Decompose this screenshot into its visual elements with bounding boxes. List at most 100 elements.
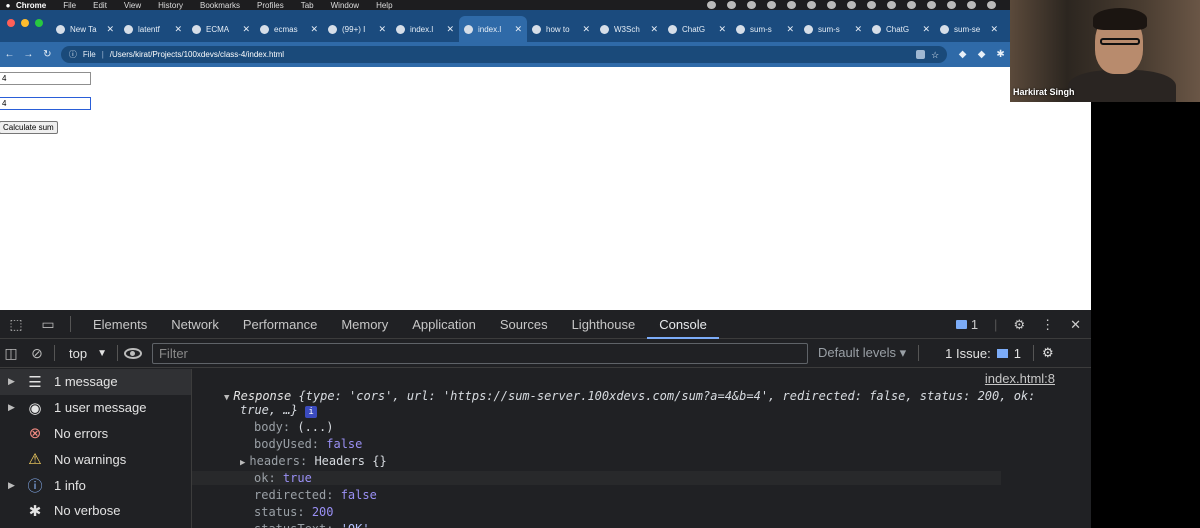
tab-application[interactable]: Application [400, 310, 488, 339]
address-bar[interactable]: ⓘ File | /Users/kirat/Projects/100xdevs/… [60, 46, 948, 63]
status-icon[interactable] [827, 1, 836, 9]
browser-tab[interactable]: ChatG ✕ [663, 16, 731, 42]
log-levels-dropdown[interactable]: Default levels ▾ [818, 345, 906, 361]
status-icon[interactable] [707, 1, 716, 9]
number-a-input[interactable] [0, 72, 91, 85]
menu-help[interactable]: Help [376, 1, 392, 10]
menu-window[interactable]: Window [331, 1, 359, 10]
clear-console-icon[interactable]: ⊘ [22, 345, 52, 362]
browser-tab[interactable]: (99+) I ✕ [323, 16, 391, 42]
status-icon[interactable] [847, 1, 856, 9]
close-tab-icon[interactable]: ✕ [310, 24, 318, 35]
minimize-window-button[interactable] [21, 19, 29, 27]
forward-icon[interactable]: → [19, 49, 38, 60]
tab-network[interactable]: Network [159, 310, 231, 339]
menu-tab[interactable]: Tab [301, 1, 314, 10]
close-tab-icon[interactable]: ✕ [174, 24, 182, 35]
console-filter-input[interactable] [151, 342, 808, 364]
status-icon[interactable] [867, 1, 876, 9]
close-tab-icon[interactable]: ✕ [106, 24, 114, 35]
status-icon[interactable] [927, 1, 936, 9]
bookmark-star-icon[interactable]: ☆ [931, 50, 939, 60]
sidebar-item-messages[interactable]: ▶ ☰ 1 message [0, 369, 191, 395]
context-selector[interactable]: top ▼ [57, 346, 117, 361]
status-icon[interactable] [947, 1, 956, 9]
browser-tab[interactable]: ChatG ✕ [867, 16, 935, 42]
number-b-input[interactable] [0, 97, 91, 110]
browser-tab[interactable]: sum-se ✕ [935, 16, 1003, 42]
expand-arrow-icon[interactable]: ▶ [8, 480, 24, 491]
menu-edit[interactable]: Edit [93, 1, 107, 10]
close-tab-icon[interactable]: ✕ [854, 24, 862, 35]
status-icon[interactable] [727, 1, 736, 9]
browser-tab[interactable]: how to ✕ [527, 16, 595, 42]
property-row[interactable]: body: (...) [254, 420, 333, 434]
close-window-button[interactable] [7, 19, 15, 27]
sidebar-item-info[interactable]: ▶ ⓘ 1 info [0, 472, 191, 498]
browser-tab[interactable]: ecmas ✕ [255, 16, 323, 42]
close-tab-icon[interactable]: ✕ [922, 24, 930, 35]
extension-icon[interactable]: ✱ [991, 49, 1010, 60]
browser-tab[interactable]: sum-s ✕ [731, 16, 799, 42]
sidebar-item-verbose[interactable]: ✱ No verbose [0, 498, 191, 524]
info-icon[interactable]: i [305, 406, 318, 418]
extension-icon[interactable]: ◆ [953, 49, 972, 60]
close-devtools-icon[interactable]: ✕ [1070, 317, 1081, 333]
browser-tab[interactable]: index.l ✕ [459, 16, 527, 42]
menu-app-chrome[interactable]: Chrome [16, 1, 46, 10]
share-icon[interactable] [916, 50, 926, 59]
console-settings-gear-icon[interactable]: ⚙ [1042, 345, 1054, 361]
browser-tab[interactable]: latentf ✕ [119, 16, 187, 42]
browser-tab[interactable]: New Ta ✕ [51, 16, 119, 42]
close-tab-icon[interactable]: ✕ [582, 24, 590, 35]
browser-tab[interactable]: ECMA ✕ [187, 16, 255, 42]
menu-view[interactable]: View [124, 1, 141, 10]
menu-file[interactable]: File [63, 1, 76, 10]
device-toolbar-icon[interactable]: ▭ [32, 316, 64, 333]
close-tab-icon[interactable]: ✕ [718, 24, 726, 35]
tab-console[interactable]: Console [647, 310, 719, 339]
close-tab-icon[interactable]: ✕ [378, 24, 386, 35]
close-tab-icon[interactable]: ✕ [446, 24, 454, 35]
apple-icon[interactable]: ● [0, 1, 16, 10]
browser-tab[interactable]: sum-s ✕ [799, 16, 867, 42]
inspect-element-icon[interactable]: ⬚ [0, 316, 32, 333]
close-tab-icon[interactable]: ✕ [650, 24, 658, 35]
tab-sources[interactable]: Sources [488, 310, 560, 339]
sidebar-item-errors[interactable]: ⊗ No errors [0, 421, 191, 447]
property-row[interactable]: status: 200 [254, 505, 334, 519]
close-tab-icon[interactable]: ✕ [514, 24, 522, 35]
url-text[interactable]: /Users/kirat/Projects/100xdevs/class-4/i… [110, 50, 910, 59]
response-log-line[interactable]: ▼ Response {type: 'cors', url: 'https://s… [224, 389, 1035, 403]
property-row[interactable]: ok: true [192, 471, 1001, 485]
browser-tab[interactable]: W3Sch ✕ [595, 16, 663, 42]
status-icon[interactable] [787, 1, 796, 9]
expand-arrow-icon[interactable]: ▶ [240, 458, 245, 468]
menu-history[interactable]: History [158, 1, 183, 10]
sidebar-toggle-icon[interactable]: ◫ [0, 345, 22, 362]
tab-elements[interactable]: Elements [81, 310, 159, 339]
live-expression-eye-icon[interactable] [123, 347, 142, 359]
property-row[interactable]: bodyUsed: false [254, 437, 362, 451]
close-tab-icon[interactable]: ✕ [242, 24, 250, 35]
tab-lighthouse[interactable]: Lighthouse [560, 310, 648, 339]
calculate-sum-button[interactable]: Calculate sum [0, 121, 58, 134]
close-tab-icon[interactable]: ✕ [990, 24, 998, 35]
menu-bookmarks[interactable]: Bookmarks [200, 1, 240, 10]
expand-arrow-icon[interactable]: ▶ [8, 402, 24, 413]
reload-icon[interactable]: ↻ [38, 49, 57, 60]
settings-gear-icon[interactable]: ⚙ [1013, 317, 1025, 333]
tab-performance[interactable]: Performance [231, 310, 329, 339]
status-icon[interactable] [987, 1, 996, 9]
source-link[interactable]: index.html:8 [985, 371, 1055, 386]
menu-profiles[interactable]: Profiles [257, 1, 284, 10]
status-icon[interactable] [767, 1, 776, 9]
sidebar-item-user-messages[interactable]: ▶ ◉ 1 user message [0, 395, 191, 421]
zoom-window-button[interactable] [35, 19, 43, 27]
close-tab-icon[interactable]: ✕ [786, 24, 794, 35]
issues-badge[interactable]: 1 [955, 317, 978, 332]
browser-tab[interactable]: index.l ✕ [391, 16, 459, 42]
info-icon[interactable]: ⓘ [69, 49, 77, 60]
property-row[interactable]: statusText: 'OK' [254, 522, 370, 528]
more-options-icon[interactable]: ⋮ [1041, 317, 1054, 333]
